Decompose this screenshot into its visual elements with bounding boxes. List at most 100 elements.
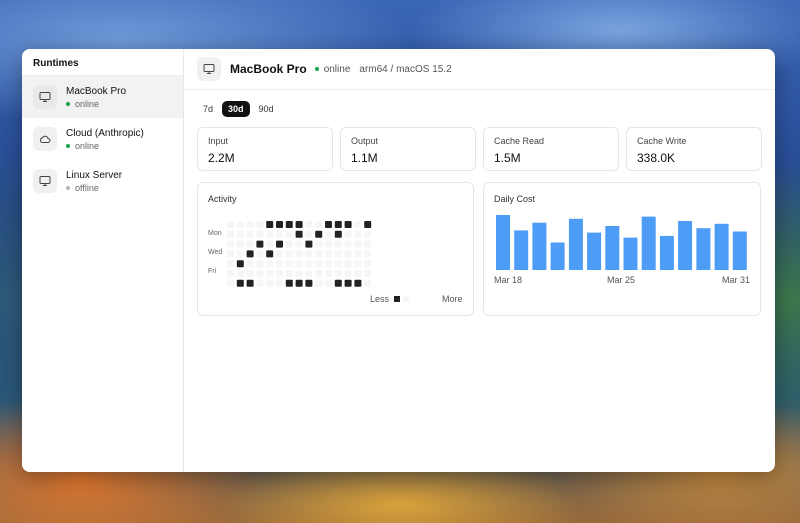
heatmap-cell (227, 240, 234, 248)
runtime-status: offline (66, 182, 122, 194)
heatmap-cell (236, 270, 244, 277)
x-axis-label-start: Mar 18 (494, 275, 523, 285)
heatmap-cell (236, 250, 244, 258)
range-90d-button[interactable]: 90d (253, 101, 280, 117)
heatmap-cell (295, 250, 303, 258)
heatmap-cell (256, 270, 264, 277)
x-axis-label-end: Mar 31 (722, 275, 751, 285)
heatmap-cell (285, 250, 293, 258)
heatmap-cell (315, 260, 323, 268)
status-dot (314, 67, 319, 71)
daily-cost-chart (496, 215, 747, 270)
stat-label: Input (208, 136, 229, 146)
cost-bar (623, 237, 638, 270)
legend-square-light (403, 296, 409, 302)
heatmap-cell (305, 250, 313, 258)
heatmap-cell (256, 260, 264, 268)
stat-card-cache-write: Cache Write 338.0K (626, 127, 762, 171)
sidebar-title: Runtimes (22, 49, 183, 76)
heatmap-cell (227, 250, 234, 258)
heatmap-cell (334, 260, 342, 268)
heatmap-cell (354, 230, 362, 238)
runtime-item-macbook-pro[interactable]: MacBook Pro online (22, 76, 183, 118)
cost-bar (678, 221, 693, 270)
heatmap-cell (325, 240, 332, 248)
heatmap-cell (344, 270, 352, 277)
heatmap-cell (334, 221, 342, 228)
stat-card-output: Output 1.1M (340, 127, 476, 171)
heatmap-cell (364, 250, 372, 258)
runtime-name: Cloud (Anthropic) (66, 127, 144, 139)
heatmap-cell (354, 250, 362, 258)
heatmap-cell (276, 270, 283, 277)
heatmap-cell (246, 270, 254, 277)
range-7d-button[interactable]: 7d (197, 101, 219, 117)
monitor-icon (33, 85, 57, 109)
cost-bar (587, 232, 602, 270)
runtime-status-text: online (75, 98, 100, 109)
cost-bar (514, 230, 529, 270)
heatmap-cell (315, 221, 323, 228)
heatmap-cell (334, 240, 342, 248)
heatmap-cell (344, 240, 352, 248)
status-dot (66, 143, 70, 148)
heatmap-cell (246, 250, 254, 258)
stat-value: 1.5M (494, 151, 521, 165)
heatmap-cell (276, 221, 283, 228)
cost-bar (714, 223, 729, 270)
heatmap-cell (227, 230, 234, 238)
monitor-icon (33, 169, 57, 193)
heatmap-cell (305, 230, 313, 238)
heatmap-cell (285, 270, 293, 277)
heatmap-cell (266, 250, 274, 258)
heatmap-cell (246, 230, 254, 238)
runtime-item-linux-server[interactable]: Linux Server offline (22, 160, 183, 202)
heatmap-cell (325, 270, 332, 277)
page-title: MacBook Pro (230, 62, 307, 76)
heatmap-cell (364, 240, 372, 248)
heatmap-cell (325, 230, 332, 238)
daily-cost-card: Daily Cost Mar 18 Mar 25 Mar 31 (483, 182, 761, 316)
heatmap-cell (256, 221, 264, 228)
heatmap-cell (246, 221, 254, 228)
heatmap-cell (236, 279, 244, 287)
heatmap-cell (305, 221, 313, 228)
heatmap-cell (227, 221, 234, 228)
cost-bar (641, 216, 656, 270)
heatmap-cell (364, 221, 372, 228)
daily-cost-title: Daily Cost (494, 194, 536, 204)
heatmap-cell (305, 270, 313, 277)
runtime-status: online (66, 140, 144, 152)
heatmap-cell (295, 221, 303, 228)
stat-value: 2.2M (208, 151, 235, 165)
heatmap-cell (315, 240, 323, 248)
heatmap-cell (315, 230, 323, 238)
heatmap-cell (325, 260, 332, 268)
app-window: Runtimes MacBook Pro online Cloud (Anthr… (22, 49, 775, 472)
status-dot (66, 101, 70, 106)
stat-label: Output (351, 136, 379, 146)
cloud-icon (33, 127, 57, 151)
heatmap-cell (246, 260, 254, 268)
heatmap-cell (364, 230, 372, 238)
heatmap-cell (344, 221, 352, 228)
heatmap-cell (295, 260, 303, 268)
heatmap-cell (285, 230, 293, 238)
cost-bar (659, 235, 674, 270)
heatmap-cell (315, 250, 323, 258)
runtime-item-cloud-anthropic[interactable]: Cloud (Anthropic) online (22, 118, 183, 160)
cost-bar (605, 226, 620, 270)
stat-label: Cache Read (494, 136, 545, 146)
heatmap-cell (305, 260, 313, 268)
heatmap-cell (256, 250, 264, 258)
range-30d-button[interactable]: 30d (222, 101, 250, 117)
stat-card-cache-read: Cache Read 1.5M (483, 127, 619, 171)
heatmap-cell (325, 221, 332, 228)
stat-card-input: Input 2.2M (197, 127, 333, 171)
heatmap-cell (285, 221, 293, 228)
sidebar: Runtimes MacBook Pro online Cloud (Anthr… (22, 49, 184, 472)
status-badge: online (314, 64, 350, 75)
cost-bar (696, 228, 711, 270)
heatmap-cell (364, 270, 372, 277)
heatmap-cell (354, 260, 362, 268)
